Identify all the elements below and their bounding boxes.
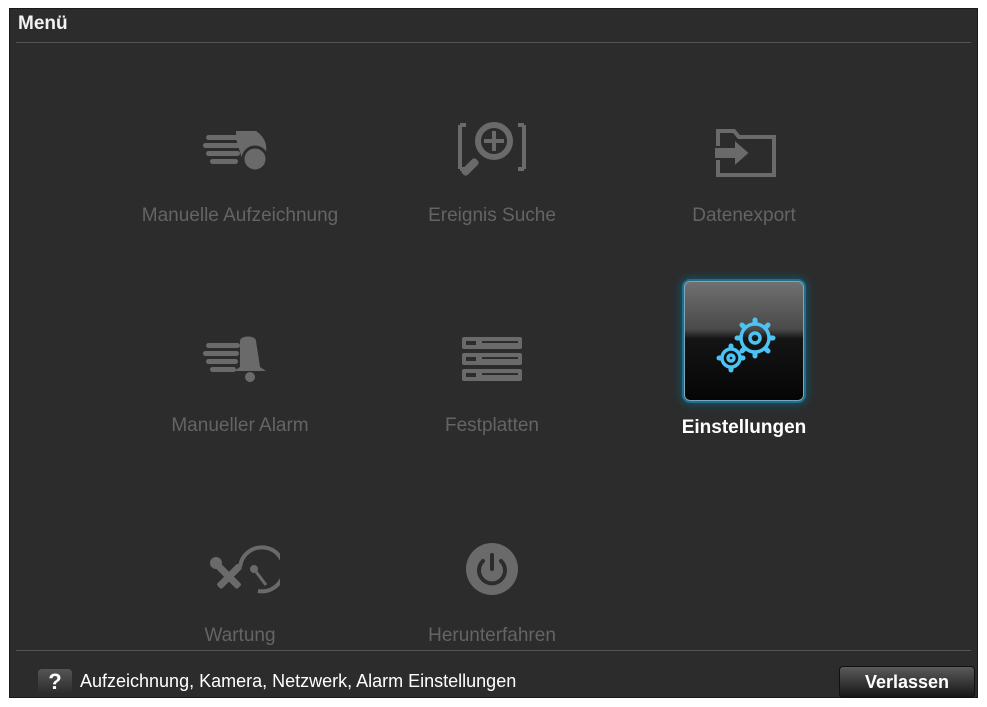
exit-button[interactable]: Verlassen	[839, 666, 975, 698]
menu-item-manual-recording[interactable]: Manuelle Aufzeichnung	[110, 89, 370, 239]
folder-export-icon	[684, 89, 804, 209]
menu-item-label: Wartung	[204, 625, 276, 646]
search-plus-icon	[432, 89, 552, 209]
footer-divider	[16, 650, 971, 651]
menu-item-settings[interactable]: Einstellungen	[614, 281, 874, 438]
menu-item-manual-alarm[interactable]: Manueller Alarm	[110, 299, 370, 449]
menu-item-label: Manuelle Aufzeichnung	[141, 205, 339, 226]
hdd-stack-icon	[432, 299, 552, 419]
menu-item-label: Festplatten	[445, 415, 539, 436]
menu-item-label: Herunterfahren	[428, 625, 556, 646]
menu-item-shutdown[interactable]: Herunterfahren	[362, 509, 622, 659]
tools-disk-icon	[180, 509, 300, 629]
menu-window: Menü Manuelle Aufzeichnung Ereignis Such…	[9, 8, 978, 698]
menu-item-data-export[interactable]: Datenexport	[614, 89, 874, 239]
menu-item-maintenance[interactable]: Wartung	[110, 509, 370, 659]
help-icon[interactable]: ?	[38, 669, 72, 695]
title-divider	[16, 42, 971, 43]
menu-item-hard-disks[interactable]: Festplatten	[362, 299, 622, 449]
menu-item-label: Manueller Alarm	[171, 415, 309, 436]
menu-item-label: Ereignis Suche	[428, 205, 556, 226]
menu-item-label: Datenexport	[692, 205, 796, 226]
window-title: Menü	[18, 13, 68, 34]
status-description: Aufzeichnung, Kamera, Netzwerk, Alarm Ei…	[80, 671, 517, 691]
menu-item-label: Einstellungen	[681, 417, 807, 438]
hand-bell-icon	[180, 299, 300, 419]
hand-record-icon	[180, 89, 300, 209]
gears-icon	[684, 281, 804, 401]
power-icon	[432, 509, 552, 629]
menu-item-event-search[interactable]: Ereignis Suche	[362, 89, 622, 239]
